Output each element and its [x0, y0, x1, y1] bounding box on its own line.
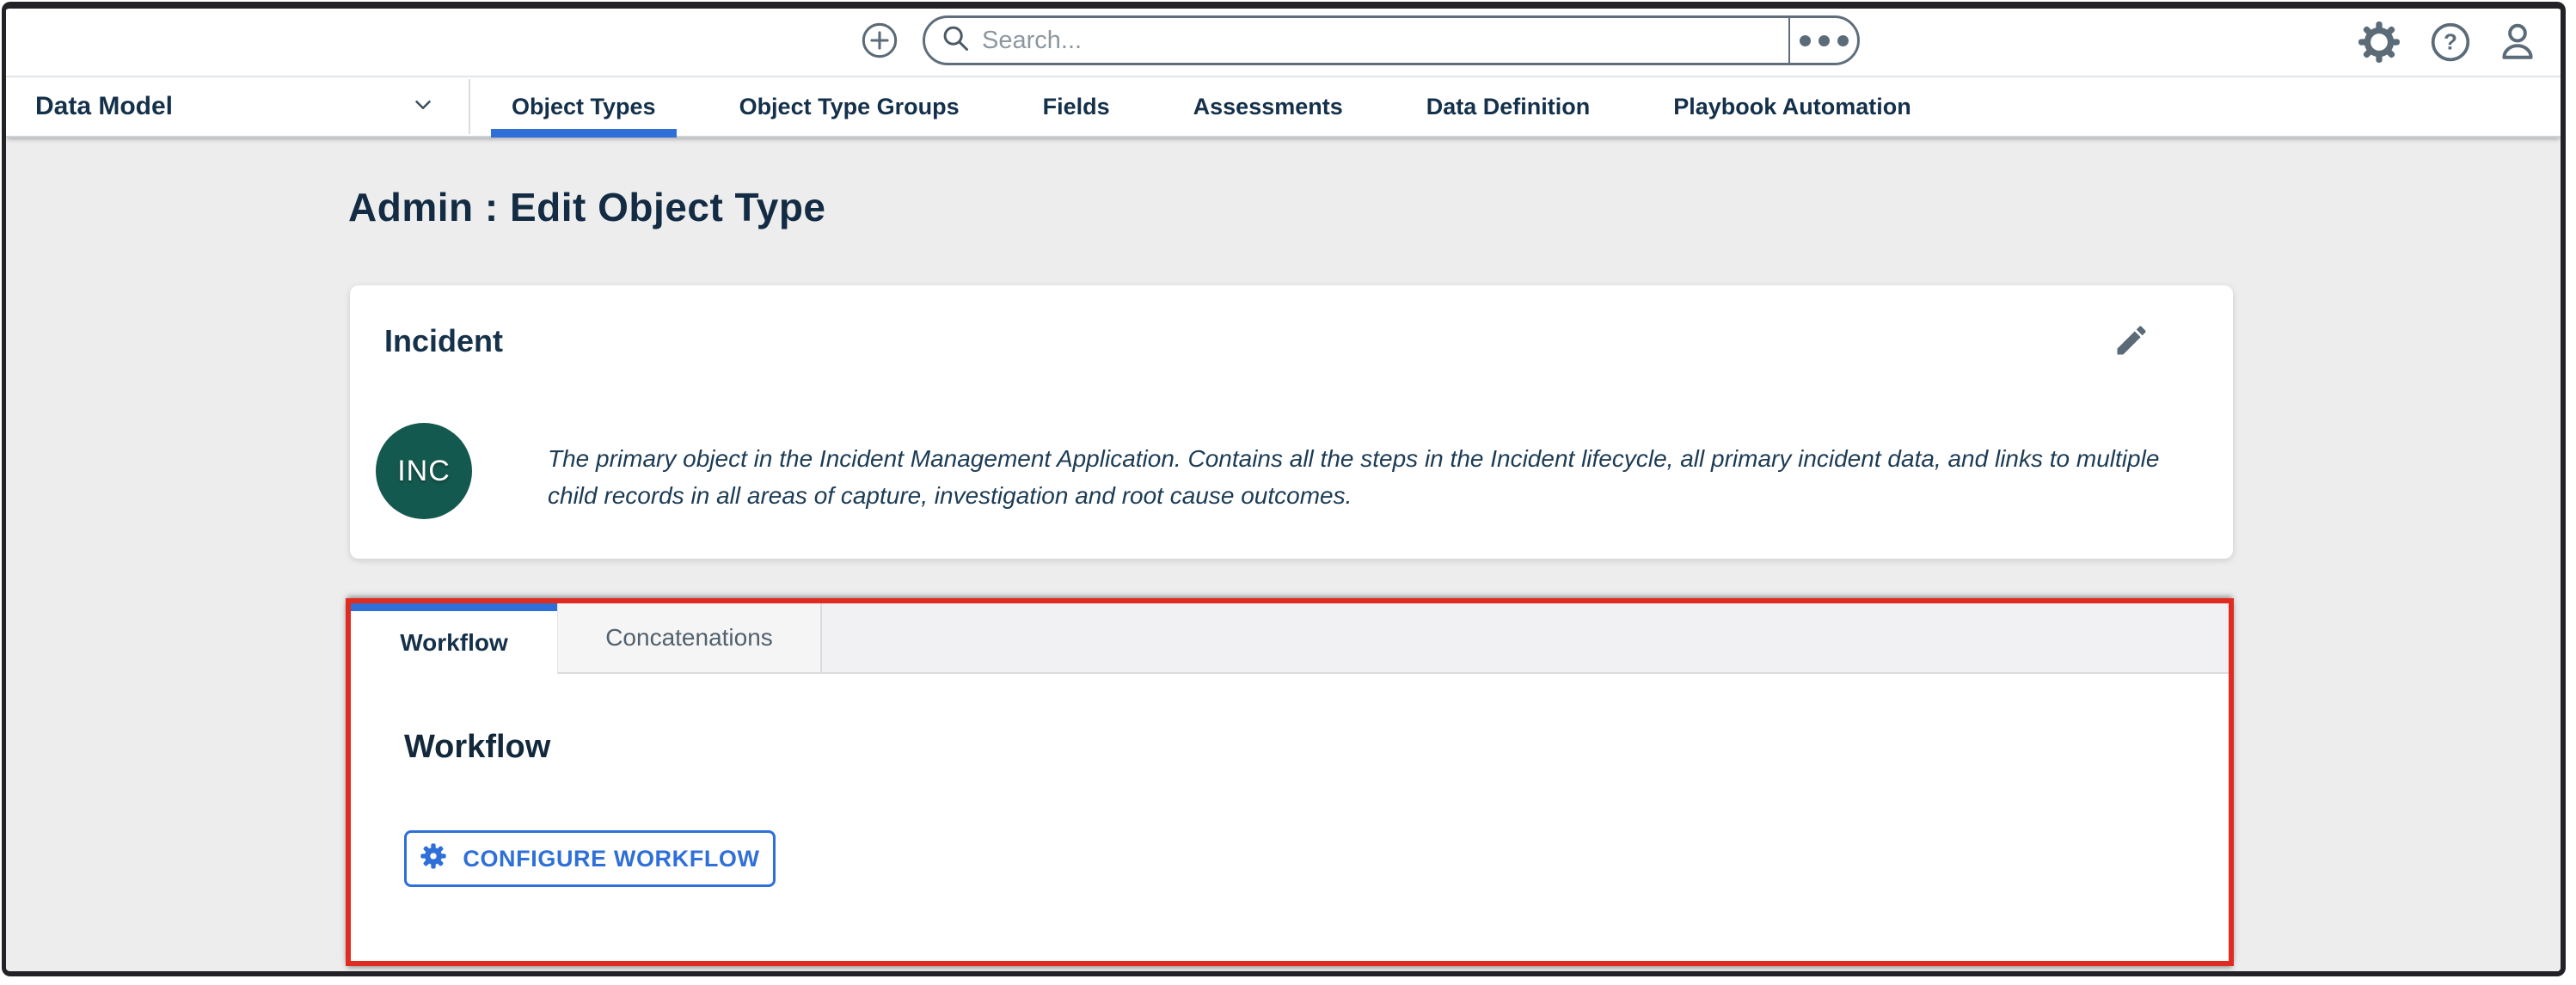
tab-object-types[interactable]: Object Types — [510, 77, 658, 136]
svg-text:?: ? — [2444, 28, 2457, 54]
active-tab-indicator — [491, 129, 677, 138]
search-input[interactable] — [973, 27, 1788, 55]
chevron-down-icon — [410, 92, 436, 122]
global-search — [923, 15, 1860, 65]
tab-playbook-automation[interactable]: Playbook Automation — [1671, 77, 1913, 136]
admin-nav: Data Model Object Types Object Type Grou… — [6, 77, 2561, 138]
tab-fields[interactable]: Fields — [1041, 77, 1112, 136]
object-type-name: Incident — [384, 323, 503, 359]
page-title: Admin : Edit Object Type — [348, 184, 826, 230]
tab-workflow[interactable]: Workflow — [351, 603, 557, 674]
module-dropdown-label: Data Model — [35, 92, 173, 121]
plus-circle-icon — [860, 50, 899, 63]
edit-button[interactable] — [2113, 321, 2150, 359]
user-menu-button[interactable] — [2496, 21, 2539, 64]
question-circle-icon: ? — [2429, 53, 2472, 66]
workflow-tabstrip: Workflow Concatenations — [351, 603, 2229, 674]
content-area: Admin : Edit Object Type Incident INC Th… — [6, 138, 2561, 971]
top-bar: ? — [6, 9, 2561, 77]
nav-tabs: Object Types Object Type Groups Fields A… — [510, 77, 1913, 136]
person-icon — [2496, 53, 2539, 66]
object-type-card: Incident INC The primary object in the I… — [350, 285, 2233, 559]
tab-concatenations[interactable]: Concatenations — [557, 603, 822, 672]
search-icon — [939, 21, 973, 60]
tab-object-type-groups[interactable]: Object Type Groups — [738, 77, 961, 136]
gear-icon — [420, 842, 447, 876]
workflow-panel: Workflow — [351, 674, 2229, 961]
settings-button[interactable] — [2358, 21, 2401, 64]
workflow-heading: Workflow — [404, 729, 550, 766]
gear-icon — [2358, 53, 2401, 66]
pencil-icon — [2113, 349, 2150, 362]
more-options-button[interactable] — [1790, 18, 1857, 63]
add-button[interactable] — [860, 21, 899, 60]
ellipsis-icon — [1800, 35, 1811, 46]
red-annotation-box: Workflow Concatenations Workflow — [346, 598, 2234, 966]
object-type-description: The primary object in the Incident Manag… — [548, 440, 2181, 514]
module-dropdown[interactable]: Data Model — [6, 77, 469, 136]
tab-assessments[interactable]: Assessments — [1192, 77, 1345, 136]
help-button[interactable]: ? — [2429, 21, 2472, 64]
nav-divider — [469, 79, 470, 134]
object-type-monogram: INC — [376, 423, 472, 519]
configure-workflow-label: CONFIGURE WORKFLOW — [463, 846, 759, 872]
configure-workflow-button[interactable]: CONFIGURE WORKFLOW — [404, 830, 776, 887]
app-window: ? Data Model Object — [2, 2, 2566, 976]
tab-data-definition[interactable]: Data Definition — [1425, 77, 1592, 136]
